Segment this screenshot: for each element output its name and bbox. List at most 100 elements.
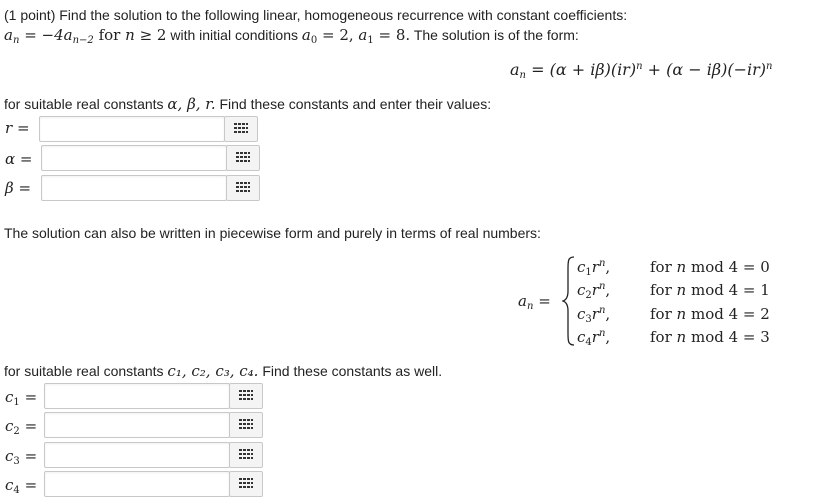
label-c2-eq: = xyxy=(24,417,38,435)
r-input[interactable] xyxy=(39,116,225,142)
recurrence-rhs: −4a xyxy=(41,26,73,44)
case-row-2: c2rn, xyxy=(577,281,610,301)
grid-icon xyxy=(239,478,253,488)
recurrence-lhs: a xyxy=(4,26,13,44)
case-2-mod: mod 4 = 1 xyxy=(691,281,770,299)
case-3-r: r xyxy=(591,305,599,323)
recurrence-line: an = −4an−2 for n ≥ 2 with initial condi… xyxy=(4,26,579,46)
case-3-n: n xyxy=(676,305,687,323)
alpha-input[interactable] xyxy=(41,145,227,171)
beta-equation-editor-button[interactable] xyxy=(226,175,260,201)
case-3-mod: mod 4 = 2 xyxy=(691,305,770,323)
grid-icon xyxy=(239,419,253,429)
recurrence-n: n xyxy=(125,26,135,44)
case-3-comma: , xyxy=(605,305,611,323)
case-2-for: for xyxy=(650,281,672,299)
grid-icon xyxy=(234,123,248,133)
case-cond-2: for n mod 4 = 1 xyxy=(650,281,770,299)
suitable-2-post: Find these constants as well. xyxy=(262,363,443,379)
label-c1: c1 = xyxy=(5,388,37,408)
label-r-var: r xyxy=(5,119,13,137)
label-alpha-eq: = xyxy=(19,150,33,168)
form-a-sub: n xyxy=(519,70,526,81)
c2-input[interactable] xyxy=(44,412,230,438)
case-row-3: c3rn, xyxy=(577,305,610,325)
label-c4-eq: = xyxy=(24,476,38,494)
label-c2: c2 = xyxy=(5,417,37,437)
label-c4: c4 = xyxy=(5,476,37,496)
c2-equation-editor-button[interactable] xyxy=(229,412,263,438)
a0-symbol: a xyxy=(301,26,311,44)
a0-sub: 0 xyxy=(310,35,318,46)
case-4-n: n xyxy=(676,328,687,346)
cases-lhs-a: a xyxy=(518,292,527,310)
recurrence-rhs-sub: n−2 xyxy=(72,35,94,46)
case-cond-4: for n mod 4 = 3 xyxy=(650,328,770,346)
form-rest-1: = (α + iβ)(ir) xyxy=(531,60,637,79)
case-4-for: for xyxy=(650,328,672,346)
c3-equation-editor-button[interactable] xyxy=(229,442,263,468)
cases-lhs-eq: = xyxy=(538,292,551,310)
label-alpha-var: α xyxy=(5,150,16,168)
label-c3: c3 = xyxy=(5,447,37,467)
label-beta-eq: = xyxy=(18,179,32,197)
case-3-for: for xyxy=(650,305,672,323)
case-1-for: for xyxy=(650,258,672,276)
label-c1-eq: = xyxy=(24,388,38,406)
suitable-1-post: Find these constants and enter their val… xyxy=(219,96,492,112)
a1-sub: 1 xyxy=(367,35,374,46)
label-r-eq: = xyxy=(16,119,30,137)
c4-equation-editor-button[interactable] xyxy=(229,471,263,497)
piecewise-text: The solution can also be written in piec… xyxy=(4,225,541,241)
case-4-mod: mod 4 = 3 xyxy=(691,328,770,346)
case-cond-1: for n mod 4 = 0 xyxy=(650,258,770,276)
grid-icon xyxy=(239,390,253,400)
label-c2-sub: 2 xyxy=(13,426,20,437)
recurrence-for: for xyxy=(98,26,121,44)
c1-equation-editor-button[interactable] xyxy=(229,383,263,409)
label-c3-sub: 3 xyxy=(13,456,20,467)
c4-input[interactable] xyxy=(44,471,230,497)
initial-conditions-text: with initial conditions xyxy=(170,27,298,43)
label-beta: β = xyxy=(5,179,31,197)
r-equation-editor-button[interactable] xyxy=(224,116,258,142)
solution-form-formula: an = (α + iβ)(ir)n + (α − iβ)(−ir)n xyxy=(510,60,772,81)
label-r: r = xyxy=(5,119,30,137)
form-rest-2: + (α − iβ)(−ir) xyxy=(642,60,766,79)
case-1-mod: mod 4 = 0 xyxy=(691,258,770,276)
grid-icon xyxy=(239,449,253,459)
grid-icon xyxy=(236,152,250,162)
suitable-2-vars: c₁, c₂, c₃, c₄. xyxy=(167,362,259,380)
suitable-constants-text-1: for suitable real constants α, β, r. Fin… xyxy=(4,95,491,113)
case-2-n: n xyxy=(676,281,687,299)
form-sup-2: n xyxy=(766,61,773,72)
cases-lhs: an = xyxy=(518,292,551,312)
c3-input[interactable] xyxy=(44,442,230,468)
recurrence-lhs-sub: n xyxy=(12,35,20,46)
alpha-equation-editor-button[interactable] xyxy=(226,145,260,171)
case-1-comma: , xyxy=(605,258,611,276)
recurrence-eq: = xyxy=(24,26,37,44)
case-cond-3: for n mod 4 = 2 xyxy=(650,305,770,323)
grid-icon xyxy=(236,182,250,192)
points-label: (1 point) xyxy=(4,7,56,23)
intro-text: Find the solution to the following linea… xyxy=(59,7,628,23)
label-c1-sub: 1 xyxy=(13,397,20,408)
case-row-4: c4rn, xyxy=(577,328,610,348)
recurrence-cond: ≥ 2 xyxy=(139,26,167,44)
case-2-comma: , xyxy=(605,281,611,299)
case-2-r: r xyxy=(591,281,599,299)
case-1-n: n xyxy=(676,258,687,276)
cases-lhs-sub: n xyxy=(526,301,534,312)
case-1-r: r xyxy=(591,258,599,276)
label-c4-sub: 4 xyxy=(13,485,20,496)
beta-input[interactable] xyxy=(41,175,227,201)
solution-form-text: The solution is of the form: xyxy=(413,27,579,43)
suitable-1-vars: α, β, r. xyxy=(167,95,216,113)
label-c3-eq: = xyxy=(24,447,38,465)
suitable-constants-text-2: for suitable real constants c₁, c₂, c₃, … xyxy=(4,362,442,380)
a0-value: = 2, xyxy=(321,26,354,44)
problem-intro-line: (1 point) Find the solution to the follo… xyxy=(4,7,627,23)
form-a: a xyxy=(510,60,520,79)
c1-input[interactable] xyxy=(44,383,230,409)
